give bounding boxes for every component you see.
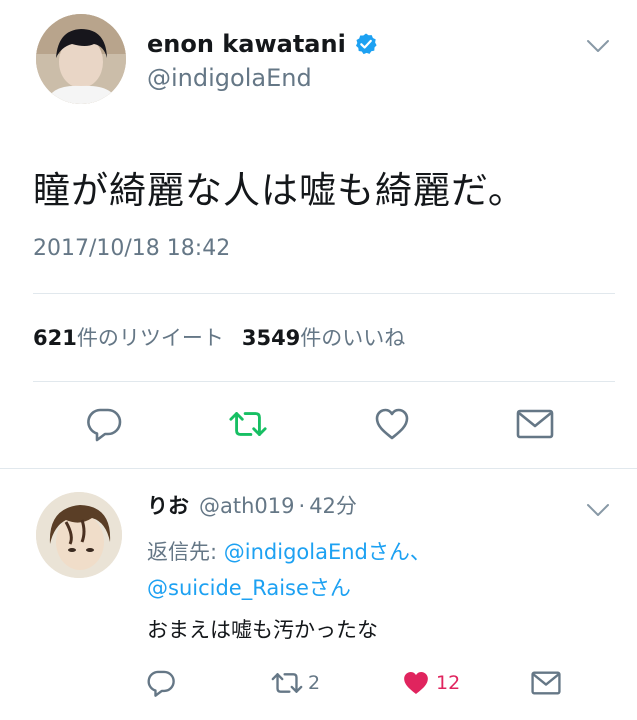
reply-retweet-count: 2 (308, 672, 321, 694)
like-button[interactable] (372, 404, 412, 444)
retweet-label: 件のリツイート (76, 326, 224, 350)
like-count: 3549 (241, 326, 301, 350)
mention-link[interactable]: @suicide_Raiseさん (147, 576, 351, 600)
reply-author-handle[interactable]: @ath019 (199, 494, 295, 518)
author-name[interactable]: enon kawatani (147, 30, 378, 58)
author-handle[interactable]: @indigolaEnd (147, 64, 312, 92)
reply-to-line: 返信先: @indigolaEndさん、 (147, 536, 431, 566)
retweet-icon (271, 673, 303, 693)
mention-comma: 、 (409, 540, 431, 564)
chevron-down-icon[interactable] (586, 502, 610, 518)
divider (33, 293, 615, 294)
reply-button[interactable] (84, 404, 124, 444)
separator-dot: · (298, 494, 306, 518)
tweet-text: 瞳が綺麗な人は嘘も綺麗だ。 (33, 169, 526, 212)
reply-tweet[interactable]: りお @ath019 · 42分 返信先: @indigolaEndさん、 @s… (0, 470, 637, 720)
heart-filled-icon (404, 671, 428, 695)
envelope-icon (531, 671, 561, 695)
reply-dm-button[interactable] (530, 667, 562, 699)
mention-link[interactable]: @indigolaEndさん (224, 540, 410, 564)
reply-reply-button[interactable] (146, 667, 176, 699)
like-label: 件のいいね (300, 326, 406, 350)
envelope-icon (516, 409, 554, 439)
reply-to-label: 返信先: (147, 540, 218, 564)
retweet-stat[interactable]: 621件のリツイート (33, 326, 224, 350)
heart-icon (375, 408, 409, 440)
reply-like-button[interactable]: 12 (400, 667, 460, 699)
section-divider (0, 468, 637, 469)
tweet-timestamp[interactable]: 2017/10/18 18:42 (33, 236, 230, 261)
divider (33, 381, 615, 382)
reply-text: おまえは嘘も汚かったな (147, 618, 378, 642)
direct-message-button[interactable] (515, 404, 555, 444)
reply-timestamp[interactable]: 42分 (309, 490, 357, 520)
reply-retweet-button[interactable]: 2 (270, 667, 320, 699)
like-stat[interactable]: 3549件のいいね (242, 326, 405, 350)
reply-author-name[interactable]: りお (147, 490, 189, 520)
retweet-button[interactable] (228, 404, 268, 444)
verified-badge-icon (354, 32, 378, 56)
chevron-down-icon[interactable] (586, 38, 610, 54)
retweet-icon (229, 412, 267, 436)
reply-author-avatar[interactable] (36, 492, 122, 578)
author-avatar[interactable] (36, 14, 126, 104)
author-display-name[interactable]: enon kawatani (147, 30, 346, 58)
reply-to-line: @suicide_Raiseさん (147, 572, 351, 602)
reply-icon (147, 670, 175, 697)
reply-icon (87, 408, 122, 442)
tweet-stats: 621件のリツイート 3549件のいいね (33, 322, 405, 352)
main-tweet: enon kawatani @indigolaEnd 瞳が綺麗な人は嘘も綺麗だ。… (0, 0, 637, 470)
reply-header: りお @ath019 · 42分 (147, 490, 357, 520)
retweet-count: 621 (33, 326, 77, 350)
reply-like-count: 12 (436, 672, 461, 694)
